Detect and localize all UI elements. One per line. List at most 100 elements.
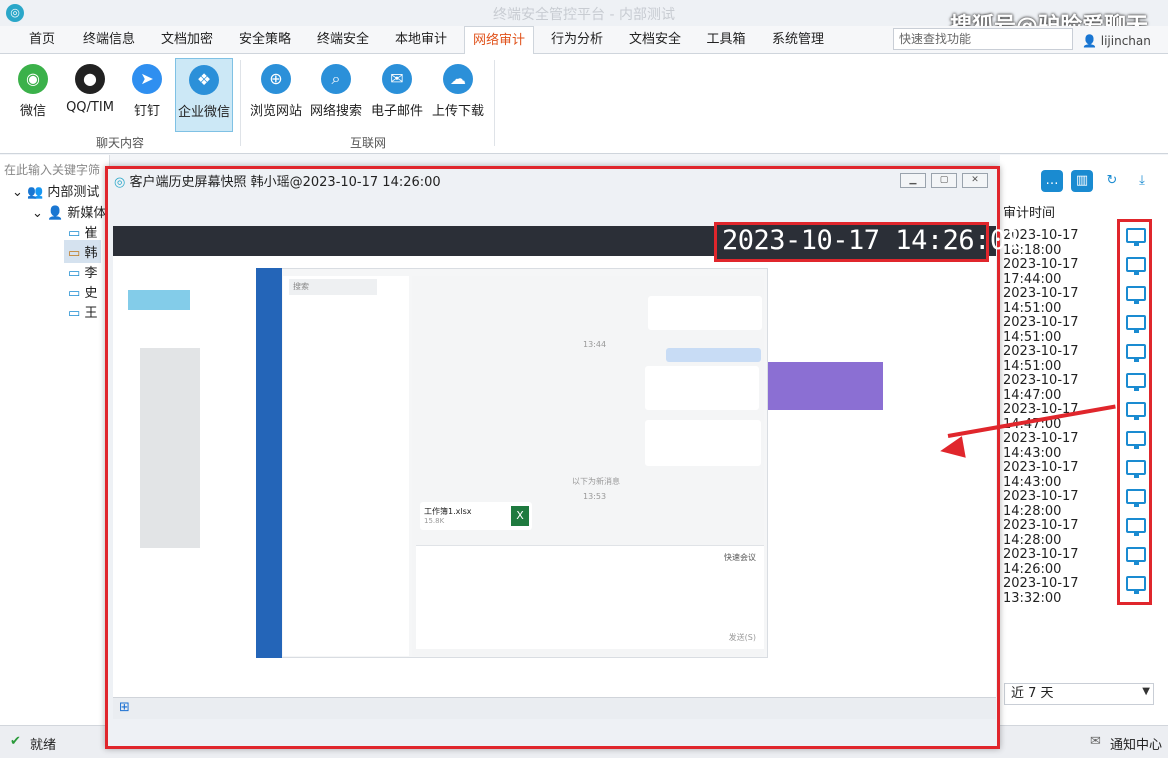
tab-doc-security[interactable]: 文档安全 (620, 26, 690, 54)
new-msg-divider: 以下为新消息 (572, 477, 620, 486)
pc-icon: ▭ (68, 266, 81, 281)
tab-terminal-security[interactable]: 终端安全 (308, 26, 378, 54)
keyword-input[interactable]: 在此输入关键字筛 (4, 161, 104, 179)
upload-download-label: 上传下载 (431, 104, 484, 119)
web-group-label: 互联网 (350, 136, 387, 150)
table-row[interactable]: 2023-10-17 17:44:00 (1003, 257, 1123, 287)
ribbon-divider-2 (494, 60, 495, 146)
dingtalk-icon: ➤ (132, 64, 162, 94)
file-size: 15.8K (424, 517, 445, 525)
wechat-icon: ◉ (18, 64, 48, 94)
column-header-audit-time[interactable]: 审计时间 (1003, 202, 1055, 221)
web-search-button[interactable]: ⌕ 网络搜索 (308, 58, 364, 132)
refresh-icon[interactable]: ↻ (1101, 170, 1123, 192)
message-bubble (645, 420, 761, 466)
table-row[interactable]: 2023-10-17 14:51:00 (1003, 344, 1123, 374)
tab-behavior-analysis[interactable]: 行为分析 (542, 26, 612, 54)
ribbon-divider (240, 60, 241, 146)
tab-toolbox[interactable]: 工具箱 (698, 26, 754, 54)
notify-icon[interactable]: ✉ (1090, 734, 1101, 749)
dialog-title: ◎ 客户端历史屏幕快照 韩小瑶@2023-10-17 14:26:00 (114, 171, 441, 190)
message-bubble (666, 348, 761, 362)
mail-icon: ✉ (382, 64, 412, 94)
qq-button[interactable]: ● QQ/TIM (62, 58, 118, 132)
browse-web-button[interactable]: ⊕ 浏览网站 (248, 58, 304, 132)
tree-user[interactable]: ▭ 李 (68, 262, 97, 281)
search-input[interactable]: 快速查找功能 (893, 28, 1073, 50)
wecom-icon: ❖ (189, 65, 219, 95)
chevron-down-icon[interactable]: ▼ (1142, 686, 1150, 697)
qq-label: QQ/TIM (66, 100, 114, 115)
quick-meeting[interactable]: 快速会议 (724, 552, 756, 563)
tree-root-label: 内部测试 (47, 185, 100, 200)
message-input[interactable]: 快速会议 发送(S) (416, 545, 764, 649)
email-button[interactable]: ✉ 电子邮件 (369, 58, 425, 132)
group-icon: 👥 (27, 185, 44, 200)
chat-bubble-icon[interactable]: … (1041, 170, 1063, 192)
table-row[interactable]: 2023-10-17 14:43:00 (1003, 460, 1123, 490)
tree-group[interactable]: ⌄ 👤 新媒体 (32, 202, 106, 221)
table-row[interactable]: 2023-10-17 14:28:00 (1003, 489, 1123, 519)
tree-user-label: 李 (84, 266, 98, 281)
expand-icon[interactable]: ⌄ (32, 206, 43, 221)
download-icon[interactable]: ⤓ (1131, 170, 1153, 192)
table-row[interactable]: 2023-10-17 14:51:00 (1003, 315, 1123, 345)
tab-local-audit[interactable]: 本地审计 (386, 26, 456, 54)
timestamp: 2023-10-17 14:26:01 (722, 225, 1022, 256)
tree-user[interactable]: ▭ 王 (68, 302, 97, 321)
send-button[interactable]: 发送(S) (729, 632, 756, 643)
highlight-box (1117, 219, 1152, 605)
tree-user[interactable]: ▭ 崔 (68, 222, 97, 241)
minimize-button[interactable]: ▁ (900, 173, 926, 188)
tree-user-label: 王 (84, 306, 98, 321)
arrow-head-icon (938, 436, 966, 462)
pc-icon: ▭ (68, 306, 81, 321)
banner (765, 362, 883, 410)
message-bubble (645, 366, 759, 410)
expand-icon[interactable]: ⌄ (12, 185, 23, 200)
tab-terminal-info[interactable]: 终端信息 (74, 26, 144, 54)
tree-root[interactable]: ⌄ 👥 内部测试 (12, 181, 99, 200)
table-row[interactable]: 2023-10-17 14:26:00 (1003, 547, 1123, 577)
maximize-button[interactable]: ▢ (931, 173, 957, 188)
columns-icon[interactable]: ▥ (1071, 170, 1093, 192)
tab-system-manage[interactable]: 系统管理 (762, 26, 834, 54)
date-range-select[interactable]: 近 7 天 (1004, 683, 1154, 705)
browse-web-label: 浏览网站 (249, 104, 302, 119)
wechat-label: 微信 (19, 104, 46, 119)
dingtalk-button[interactable]: ➤ 钉钉 (124, 58, 170, 132)
blurred-logo (128, 290, 190, 310)
user-name[interactable]: 👤 lijinchan (1082, 30, 1151, 52)
table-row[interactable]: 2023-10-17 13:32:00 (1003, 576, 1123, 606)
conversation-list: 搜索 (283, 276, 409, 656)
message-bubble (648, 296, 762, 330)
tree-user[interactable]: ▭ 史 (68, 282, 97, 301)
dialog-title-text: 客户端历史屏幕快照 韩小瑶@2023-10-17 14:26:00 (129, 175, 441, 190)
tree-user[interactable]: ▭ 韩 (64, 240, 102, 263)
tab-doc-encrypt[interactable]: 文档加密 (152, 26, 222, 54)
tab-network-audit[interactable]: 网络审计 (464, 26, 534, 54)
tab-security-policy[interactable]: 安全策略 (230, 26, 300, 54)
cloud-icon: ☁ (443, 64, 473, 94)
pc-icon: ▭ (68, 286, 81, 301)
excel-icon: X (511, 506, 529, 526)
tab-home[interactable]: 首页 (18, 26, 66, 54)
wecom-button[interactable]: ❖ 企业微信 (175, 58, 233, 132)
chat-search[interactable]: 搜索 (289, 279, 377, 295)
table-row[interactable]: 2023-10-17 14:47:00 (1003, 373, 1123, 403)
wechat-button[interactable]: ◉ 微信 (10, 58, 56, 132)
upload-download-button[interactable]: ☁ 上传下载 (430, 58, 486, 132)
email-label: 电子邮件 (370, 104, 423, 119)
notify-center[interactable]: 通知中心 (1110, 734, 1162, 753)
table-row[interactable]: 2023-10-17 14:51:00 (1003, 286, 1123, 316)
user-icon: 👤 (1082, 34, 1101, 48)
table-row[interactable]: 2023-10-17 14:43:00 (1003, 431, 1123, 461)
wecom-label: 企业微信 (177, 105, 230, 120)
qq-icon: ● (75, 64, 105, 94)
table-row[interactable]: 2023-10-17 14:28:00 (1003, 518, 1123, 548)
chat-sidebar (256, 268, 282, 658)
windows-icon[interactable]: ⊞ (119, 700, 130, 715)
web-search-label: 网络搜索 (309, 104, 362, 119)
close-button[interactable]: ✕ (962, 173, 988, 188)
msg-time: 13:44 (583, 340, 607, 349)
